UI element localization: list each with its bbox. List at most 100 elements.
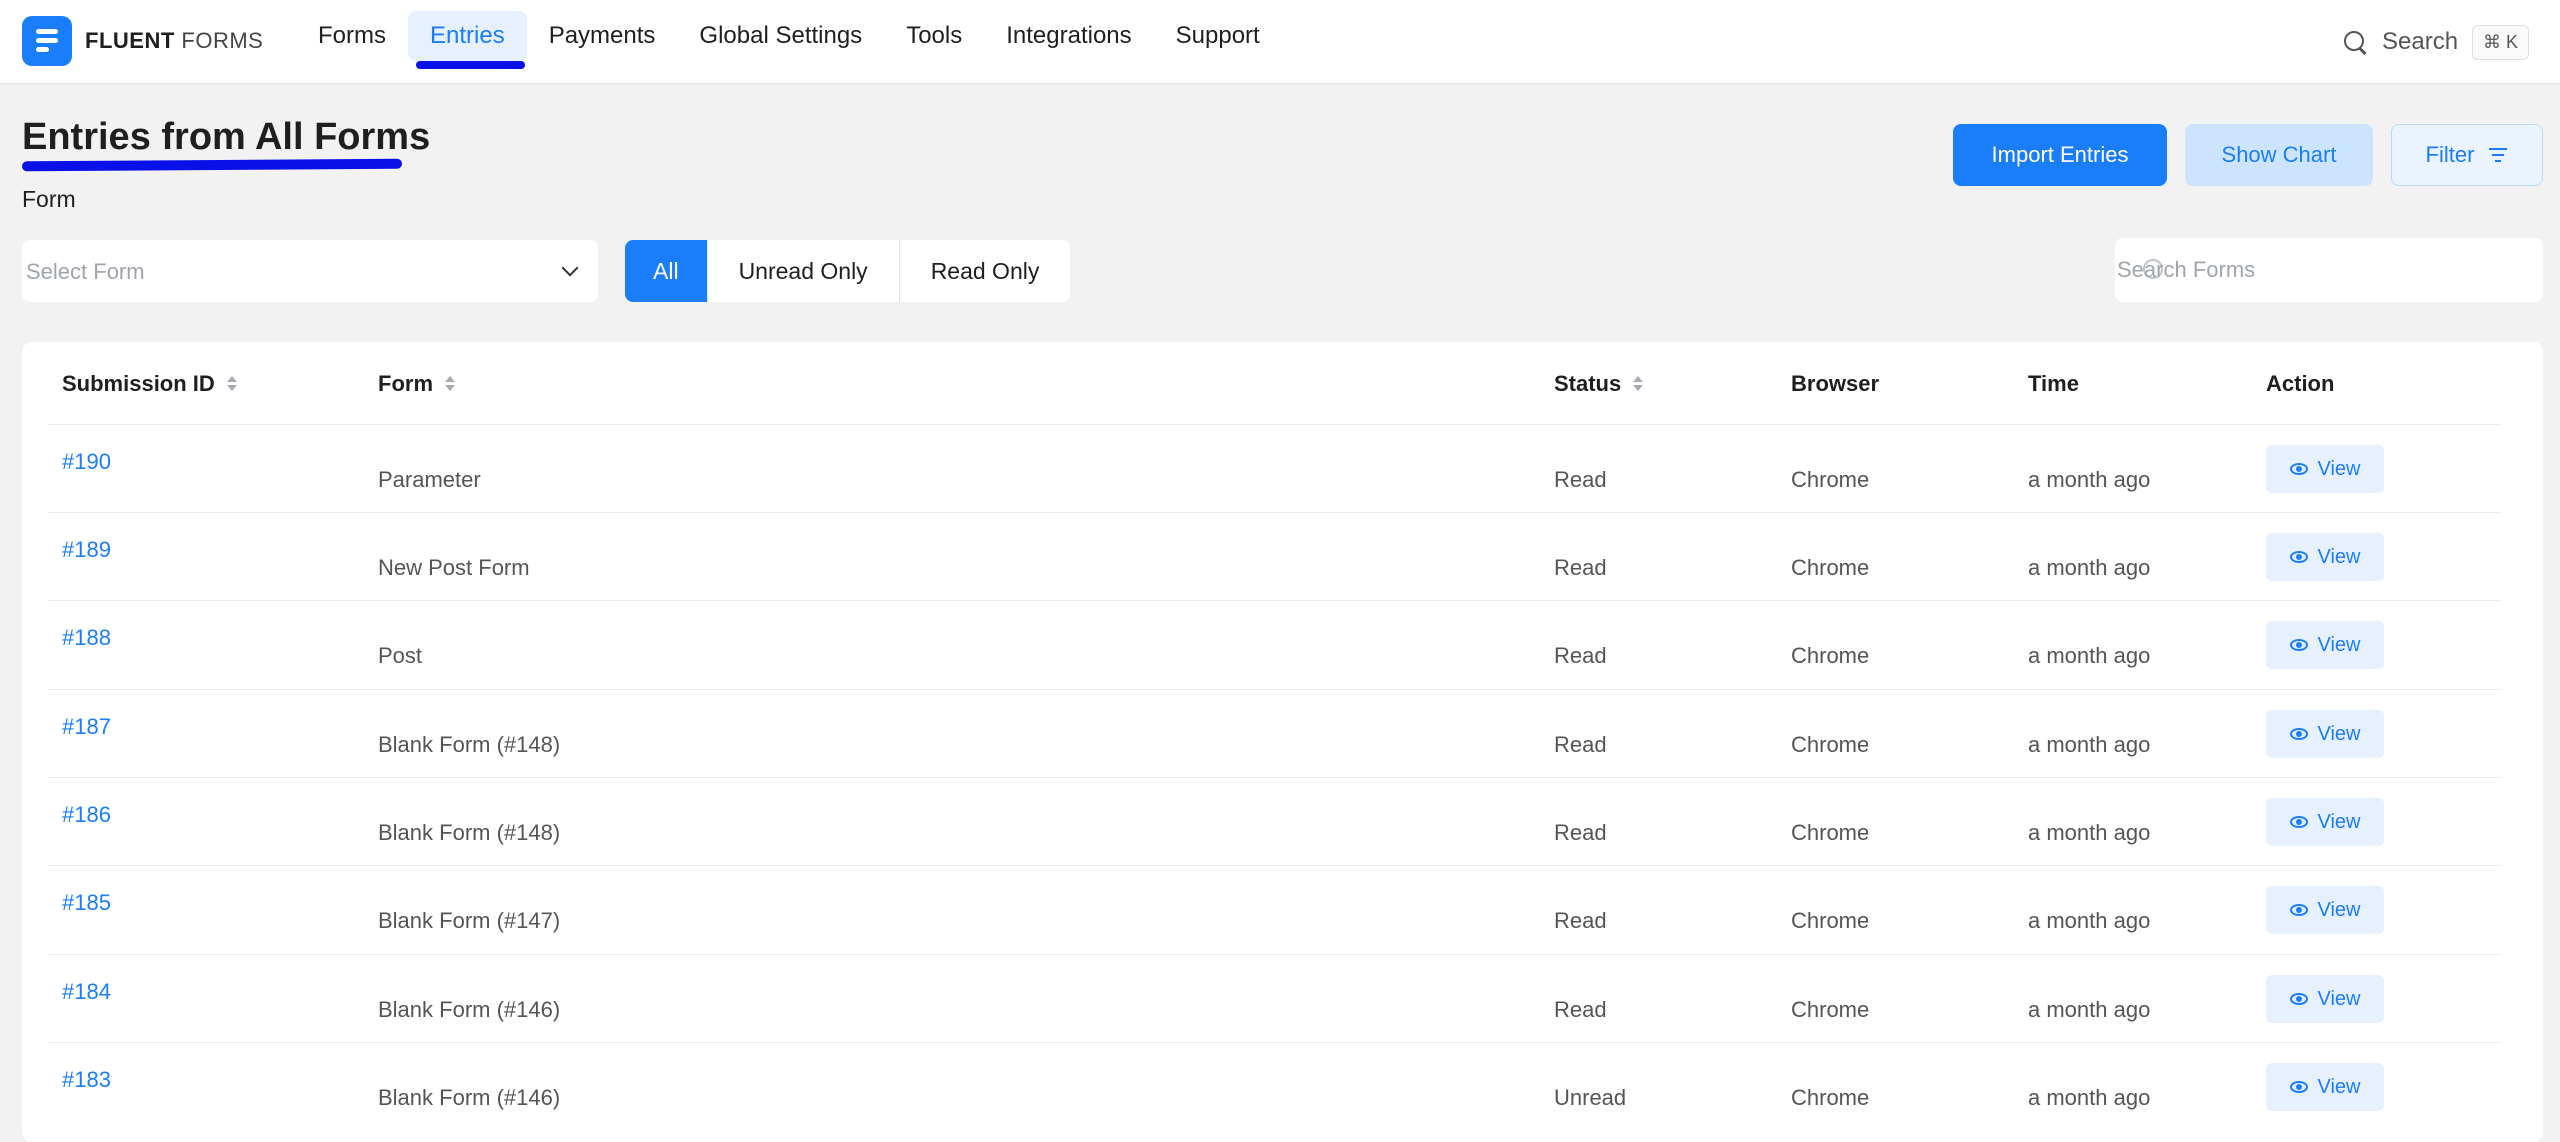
- view-button[interactable]: View: [2266, 886, 2384, 934]
- submission-id-link[interactable]: #187: [62, 714, 111, 740]
- column-header-browser: Browser: [1791, 370, 1879, 398]
- search-icon: [2342, 29, 2368, 55]
- view-label: View: [2317, 545, 2361, 568]
- submission-id-link[interactable]: #186: [62, 802, 111, 828]
- form-name: Blank Form (#147): [378, 908, 561, 933]
- select-form-dropdown[interactable]: Select Form: [22, 240, 598, 302]
- view-label: View: [2317, 810, 2361, 833]
- nav-item-integrations[interactable]: Integrations: [984, 11, 1153, 61]
- eye-icon: [2289, 816, 2308, 828]
- eye-icon: [2289, 639, 2308, 651]
- header-label: Submission ID: [62, 371, 215, 396]
- search-forms-field: [2115, 238, 2543, 302]
- time-text: a month ago: [2028, 555, 2151, 580]
- status-text: Read: [1554, 908, 1607, 933]
- view-button[interactable]: View: [2266, 798, 2384, 846]
- submission-id-link[interactable]: #183: [62, 1067, 111, 1093]
- time-text: a month ago: [2028, 467, 2151, 492]
- status-text: Read: [1554, 643, 1607, 668]
- select-form-placeholder: Select Form: [26, 259, 145, 284]
- column-header-status[interactable]: Status: [1554, 370, 1644, 398]
- browser-text: Chrome: [1791, 732, 1870, 757]
- form-name: Blank Form (#148): [378, 820, 561, 845]
- filter-all[interactable]: All: [625, 240, 707, 302]
- header-label: Browser: [1791, 371, 1880, 396]
- header-label: Form: [378, 371, 433, 396]
- submission-id-link[interactable]: #184: [62, 979, 111, 1005]
- page-title: Entries from All Forms: [22, 116, 431, 158]
- search-shortcut-badge: ⌘ K: [2472, 24, 2530, 60]
- view-label: View: [2317, 722, 2361, 745]
- view-button[interactable]: View: [2266, 975, 2384, 1023]
- column-header-action: Action: [2266, 370, 2334, 398]
- filter-unread-only[interactable]: Unread Only: [706, 240, 899, 302]
- column-header-submission-id[interactable]: Submission ID: [62, 370, 237, 398]
- browser-text: Chrome: [1791, 1085, 1870, 1110]
- table-row: #189 New Post Form Read Chrome a month a…: [48, 512, 2502, 600]
- nav-item-entries[interactable]: Entries: [408, 11, 527, 69]
- search-forms-input[interactable]: [2115, 238, 2543, 302]
- view-label: View: [2317, 898, 2361, 921]
- title-annotation-underline: [21, 158, 403, 172]
- view-button[interactable]: View: [2266, 710, 2384, 758]
- top-bar: FLUENT FORMS Forms Entries Payments Glob…: [0, 0, 2560, 84]
- browser-text: Chrome: [1791, 908, 1870, 933]
- submission-id-link[interactable]: #185: [62, 890, 111, 916]
- table-row: #185 Blank Form (#147) Read Chrome a mon…: [48, 865, 2502, 953]
- table-row: #184 Blank Form (#146) Read Chrome a mon…: [48, 954, 2502, 1042]
- eye-icon: [2289, 463, 2308, 475]
- browser-text: Chrome: [1791, 820, 1870, 845]
- form-name: Blank Form (#146): [378, 1085, 561, 1110]
- sort-icon: [1633, 374, 1644, 394]
- form-name: Parameter: [378, 467, 481, 492]
- browser-text: Chrome: [1791, 467, 1870, 492]
- fluent-forms-logo-icon: [22, 16, 72, 66]
- brand-text: FLUENT FORMS: [85, 28, 264, 53]
- time-text: a month ago: [2028, 908, 2151, 933]
- import-entries-button[interactable]: Import Entries: [1953, 124, 2167, 186]
- nav-item-payments[interactable]: Payments: [527, 11, 678, 61]
- filter-button[interactable]: Filter: [2391, 124, 2543, 186]
- status-text: Read: [1554, 467, 1607, 492]
- nav-item-global-settings[interactable]: Global Settings: [677, 11, 884, 61]
- view-button[interactable]: View: [2266, 533, 2384, 581]
- show-chart-button[interactable]: Show Chart: [2185, 124, 2373, 186]
- status-text: Read: [1554, 555, 1607, 580]
- form-name: Post: [378, 643, 423, 668]
- view-label: View: [2317, 987, 2361, 1010]
- submission-id-link[interactable]: #190: [62, 449, 111, 475]
- time-text: a month ago: [2028, 820, 2151, 845]
- global-search-button[interactable]: Search ⌘ K: [2342, 20, 2530, 64]
- table-row: #190 Parameter Read Chrome a month ago V…: [48, 424, 2502, 512]
- view-button[interactable]: View: [2266, 621, 2384, 669]
- status-text: Read: [1554, 997, 1607, 1022]
- header-label: Action: [2266, 371, 2335, 396]
- eye-icon: [2289, 904, 2308, 916]
- submission-id-link[interactable]: #189: [62, 537, 111, 563]
- column-header-time: Time: [2028, 370, 2079, 398]
- eye-icon: [2289, 551, 2308, 563]
- form-label: Form: [22, 186, 76, 212]
- app-logo[interactable]: FLUENT FORMS: [22, 16, 263, 66]
- time-text: a month ago: [2028, 732, 2151, 757]
- view-label: View: [2317, 457, 2361, 480]
- submission-id-link[interactable]: #188: [62, 625, 111, 651]
- sort-icon: [226, 374, 237, 394]
- time-text: a month ago: [2028, 1085, 2151, 1110]
- filter-icon: [2488, 148, 2508, 162]
- filter-read-only[interactable]: Read Only: [898, 240, 1071, 302]
- sort-icon: [445, 374, 455, 394]
- form-name: Blank Form (#146): [378, 997, 561, 1022]
- eye-icon: [2289, 728, 2308, 740]
- column-header-form[interactable]: Form: [378, 370, 455, 398]
- nav-item-tools[interactable]: Tools: [884, 11, 984, 61]
- table-row: #183 Blank Form (#146) Unread Chrome a m…: [48, 1042, 2502, 1130]
- table-row: #187 Blank Form (#148) Read Chrome a mon…: [48, 689, 2502, 777]
- browser-text: Chrome: [1791, 555, 1870, 580]
- nav-item-support[interactable]: Support: [1154, 11, 1282, 61]
- nav-item-forms[interactable]: Forms: [296, 11, 408, 61]
- time-text: a month ago: [2028, 997, 2151, 1022]
- view-button[interactable]: View: [2266, 1063, 2384, 1111]
- view-button[interactable]: View: [2266, 445, 2384, 493]
- status-text: Read: [1554, 732, 1607, 757]
